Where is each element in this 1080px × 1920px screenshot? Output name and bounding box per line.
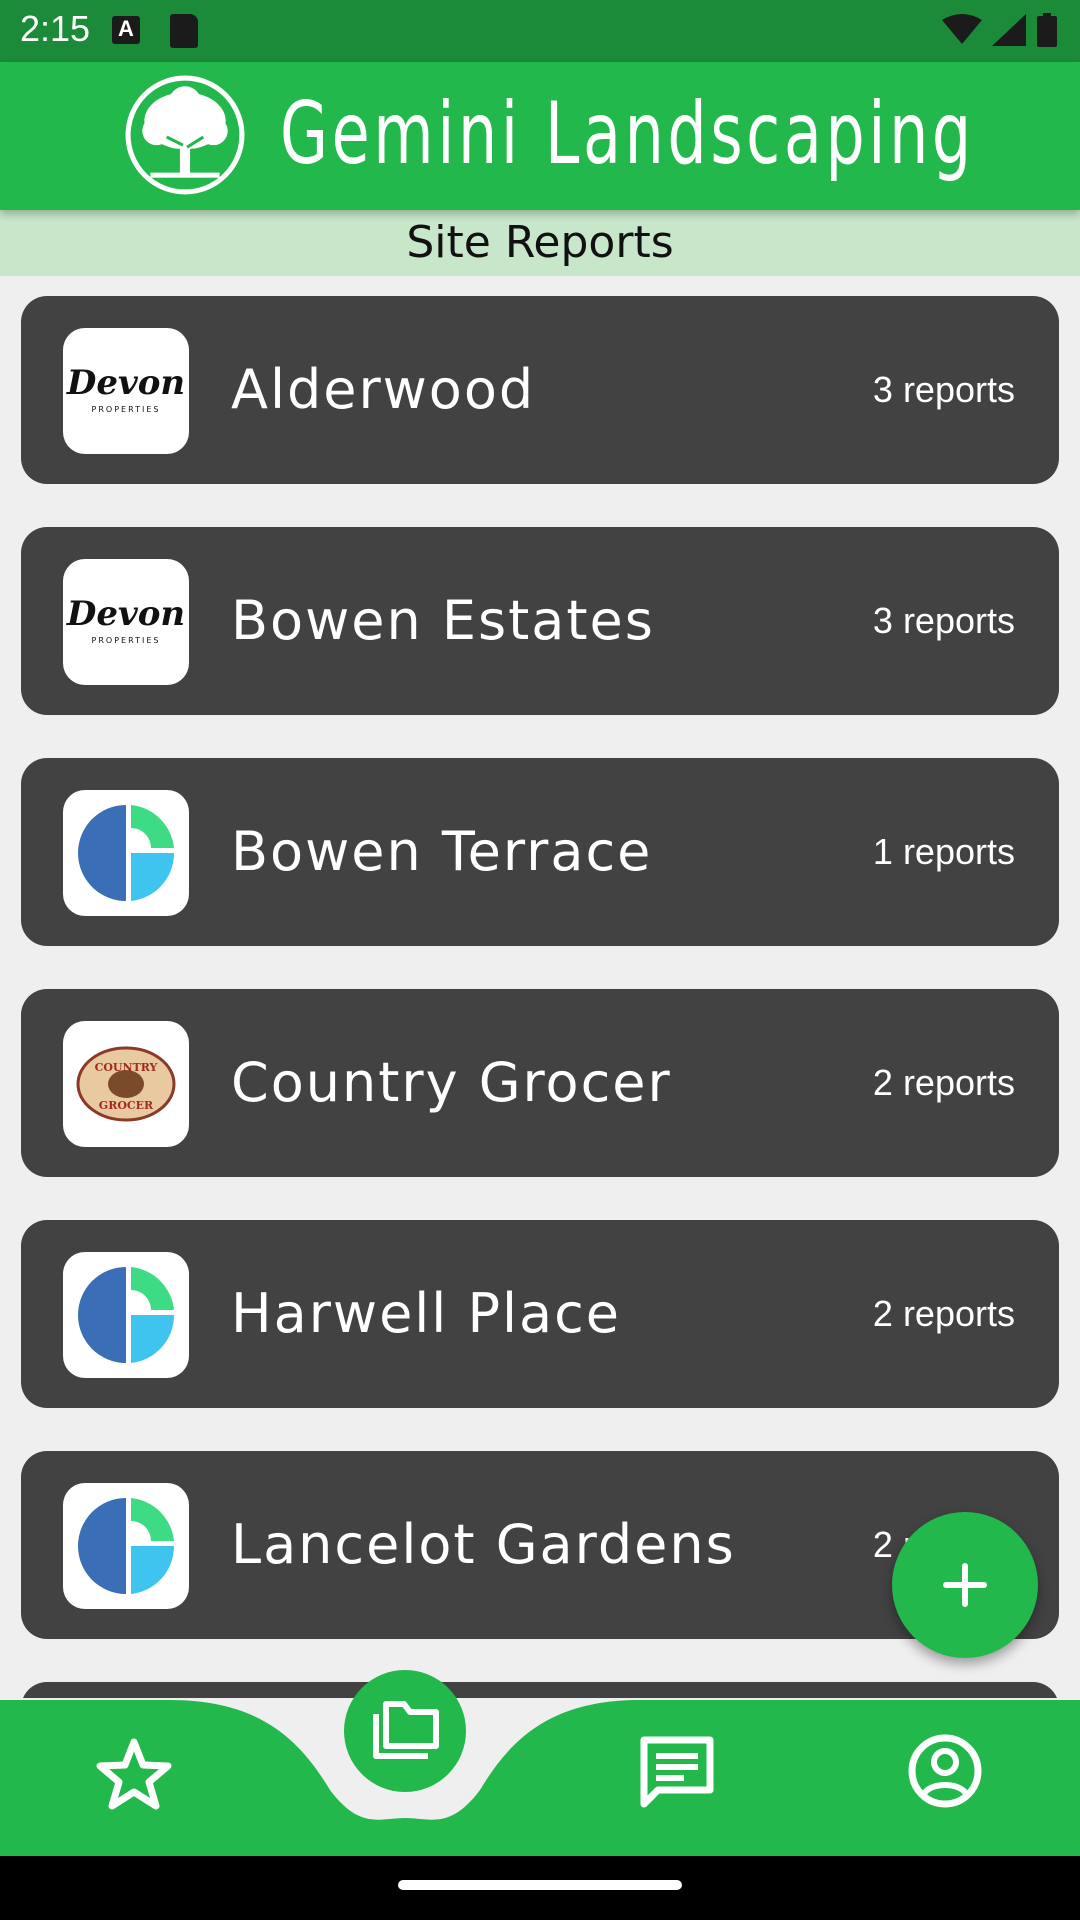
semicircle-logo — [63, 1483, 189, 1609]
report-count: 3 reports — [872, 369, 1015, 410]
bottom-navigation — [0, 1670, 1080, 1856]
site-name: Lancelot Gardens — [231, 1513, 736, 1576]
app-title: Gemini Landscaping — [280, 84, 975, 184]
country-grocer-logo-icon: COUNTRY GROCER — [76, 1046, 176, 1122]
nav-reports-button[interactable] — [344, 1670, 466, 1792]
battery-icon — [1037, 13, 1057, 47]
status-indicators — [942, 12, 1058, 48]
semicircle-logo-icon — [78, 805, 175, 901]
add-site-button[interactable] — [892, 1512, 1038, 1658]
chat-icon — [640, 1736, 714, 1808]
site-name: Bowen Terrace — [231, 820, 653, 883]
sd-card-icon — [170, 14, 198, 48]
logo-subtext: PROPERTIES — [92, 636, 161, 645]
status-bar: 2:15 — [0, 0, 1080, 62]
cellular-signal-icon — [992, 14, 1026, 46]
wifi-icon — [942, 14, 982, 44]
star-icon — [96, 1738, 172, 1810]
plus-icon — [943, 1563, 987, 1607]
folder-icon — [373, 1701, 439, 1759]
report-count: 1 reports — [872, 831, 1015, 872]
home-gesture-handle[interactable] — [398, 1880, 682, 1890]
logo-subtext: PROPERTIES — [92, 405, 161, 414]
site-name: Alderwood — [231, 358, 536, 421]
site-list[interactable]: Devon PROPERTIES Alderwood 3 reports Dev… — [0, 296, 1080, 1698]
semicircle-logo-icon — [78, 1267, 175, 1363]
page-title: Site Reports — [0, 210, 1080, 276]
semicircle-logo-icon — [78, 1498, 175, 1594]
site-name: Bowen Estates — [231, 589, 655, 652]
report-count: 2 reports — [872, 1293, 1015, 1334]
logo-subtext: GROCER — [99, 1099, 154, 1112]
tree-logo-icon — [125, 75, 245, 195]
logo-text: Devon — [66, 594, 185, 634]
country-grocer-logo: COUNTRY GROCER — [63, 1021, 189, 1147]
logo-text: Devon — [66, 363, 185, 403]
site-card[interactable]: COUNTRY GROCER Country Grocer 2 reports — [21, 989, 1059, 1177]
semicircle-logo — [63, 1252, 189, 1378]
site-name: Country Grocer — [231, 1051, 672, 1114]
site-card[interactable]: Bowen Terrace 1 reports — [21, 758, 1059, 946]
nav-favorites-button[interactable] — [94, 1734, 174, 1814]
site-card[interactable]: Harwell Place 2 reports — [21, 1220, 1059, 1408]
devon-properties-logo: Devon PROPERTIES — [63, 328, 189, 454]
site-name: Harwell Place — [231, 1282, 622, 1345]
app-bar: Gemini Landscaping — [0, 62, 1080, 210]
account-icon — [908, 1734, 982, 1808]
status-time: 2:15 — [20, 8, 91, 49]
nav-account-button[interactable] — [902, 1728, 988, 1814]
logo-text: COUNTRY — [95, 1061, 158, 1074]
devon-properties-logo-icon: Devon PROPERTIES — [66, 363, 185, 414]
devon-properties-logo: Devon PROPERTIES — [63, 559, 189, 685]
nav-messages-button[interactable] — [634, 1730, 720, 1816]
devon-properties-logo-icon: Devon PROPERTIES — [66, 594, 185, 645]
report-count: 3 reports — [872, 600, 1015, 641]
report-count: 2 reports — [872, 1062, 1015, 1103]
semicircle-logo — [63, 790, 189, 916]
site-card[interactable]: Devon PROPERTIES Bowen Estates 3 reports — [21, 527, 1059, 715]
accessibility-notification-icon — [112, 16, 140, 44]
site-card[interactable]: Devon PROPERTIES Alderwood 3 reports — [21, 296, 1059, 484]
